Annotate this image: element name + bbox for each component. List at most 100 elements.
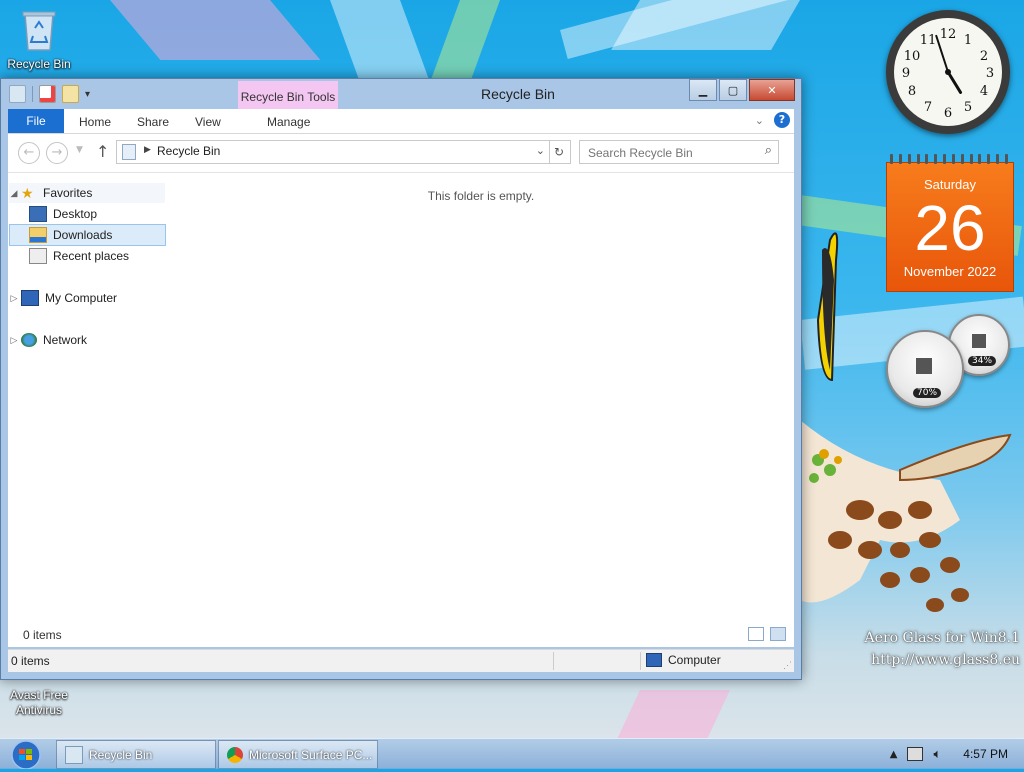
cpu-chip-icon <box>916 358 932 374</box>
volume-icon[interactable]: 🔈︎ <box>933 747 941 762</box>
taskbar-button-recycle-bin[interactable]: Recycle Bin <box>56 740 216 769</box>
nav-item-my-computer[interactable]: ▷ My Computer <box>9 288 165 308</box>
context-tab-header: Recycle Bin Tools <box>238 81 338 109</box>
cpu-meter-gadget[interactable]: 70% <box>886 330 964 408</box>
computer-icon <box>21 290 39 306</box>
nav-label: Recent places <box>53 249 130 263</box>
empty-folder-message: This folder is empty. <box>427 189 535 203</box>
content-area: ◢ ★ Favorites Desktop Downloads Recent p… <box>8 173 794 647</box>
address-bar[interactable]: ▶ Recycle Bin ⌄ <box>116 140 550 164</box>
show-hidden-icons-icon[interactable]: ▲ <box>890 749 898 760</box>
close-button[interactable]: ✕ <box>749 79 795 101</box>
desktop-icon-label: Recycle Bin <box>7 57 71 71</box>
svg-text:4: 4 <box>980 84 988 99</box>
refresh-icon: ↻ <box>553 145 565 159</box>
desktop-icon <box>29 206 47 222</box>
nav-label: Favorites <box>43 186 93 200</box>
calendar-rings <box>890 154 1008 164</box>
ribbon: File Home Share View Manage ⌄ ? <box>8 109 794 134</box>
taskbar-clock[interactable]: 4:57 PM <box>963 747 1008 761</box>
forward-button[interactable]: → <box>46 142 68 164</box>
tab-home[interactable]: Home <box>79 109 111 133</box>
help-icon[interactable]: ? <box>774 112 790 128</box>
taskbar: Recycle Bin Microsoft Surface PC... ▲ 🔈︎… <box>0 738 1024 770</box>
resize-grip-icon[interactable]: ⋰ <box>783 660 792 671</box>
search-input[interactable] <box>586 143 760 163</box>
network-icon <box>21 333 37 347</box>
watermark-line2: http://www.glass8.eu <box>871 652 1020 668</box>
navigation-pane: ◢ ★ Favorites Desktop Downloads Recent p… <box>8 181 168 641</box>
expand-icon[interactable]: ▷ <box>9 293 19 304</box>
recent-locations-icon[interactable]: ▼ <box>76 145 83 155</box>
computer-icon <box>646 653 662 667</box>
refresh-button[interactable]: ↻ <box>548 140 571 164</box>
details-view-icon[interactable] <box>748 627 764 641</box>
search-box[interactable]: ⌕ <box>579 140 779 164</box>
recycle-bin-icon <box>2 6 76 55</box>
search-icon[interactable]: ⌕ <box>765 143 772 158</box>
clock-dial: 12 12 345 678 91011 <box>902 27 994 121</box>
large-icons-view-icon[interactable] <box>770 627 786 641</box>
new-folder-icon[interactable] <box>62 85 79 103</box>
network-status-icon[interactable] <box>907 747 924 761</box>
memory-chip-icon <box>972 334 986 348</box>
minimize-button[interactable]: ▁ <box>689 79 717 101</box>
svg-text:12: 12 <box>940 27 957 42</box>
file-tab[interactable]: File <box>8 109 64 133</box>
chrome-icon <box>227 746 243 763</box>
downloads-icon <box>29 227 47 243</box>
quick-access-toolbar: ▾ <box>9 85 90 103</box>
windows-logo-icon <box>11 740 41 770</box>
watermark-line1: Aero Glass for Win8.1 <box>864 630 1020 646</box>
desktop-icon-recycle-bin[interactable]: Recycle Bin <box>2 6 76 71</box>
back-arrow-icon: ← <box>23 145 35 160</box>
cpu-percent: 70% <box>913 388 942 398</box>
breadcrumb[interactable]: Recycle Bin <box>157 144 220 158</box>
calendar-day: 26 <box>914 192 986 264</box>
recycle-bin-icon <box>9 85 26 103</box>
nav-item-desktop[interactable]: Desktop <box>9 204 165 224</box>
collapse-icon[interactable]: ◢ <box>9 188 19 199</box>
clock-face: 12 1 2 345 678 9 10 11 <box>894 18 1002 126</box>
start-button[interactable] <box>6 739 46 770</box>
calendar-month-year: November 2022 <box>903 264 997 279</box>
close-icon: ✕ <box>767 83 777 97</box>
svg-text:7: 7 <box>924 100 932 115</box>
tab-share[interactable]: Share <box>137 109 169 133</box>
svg-text:3: 3 <box>986 66 994 81</box>
recycle-bin-icon <box>65 745 83 764</box>
item-count: 0 items <box>23 628 62 642</box>
breadcrumb-chevron-icon[interactable]: ▶ <box>144 145 151 155</box>
system-tray: ▲ 🔈︎ 4:57 PM <box>890 739 1024 769</box>
memory-percent: 34% <box>968 356 997 366</box>
status-bar: 0 items Computer ⋰ <box>8 649 794 672</box>
nav-item-downloads[interactable]: Downloads <box>9 224 166 246</box>
expand-icon[interactable]: ▷ <box>9 335 19 346</box>
navigation-bar: ← → ▼ ↑ ▶ Recycle Bin ⌄ ↻ ⌕ <box>8 134 794 173</box>
clock-gadget[interactable]: 12 1 2 345 678 9 10 11 <box>886 10 1010 134</box>
nav-item-recent-places[interactable]: Recent places <box>9 246 165 266</box>
title-bar[interactable]: ▾ Recycle Bin Tools Recycle Bin ▁ ▢ ✕ <box>1 79 801 109</box>
forward-arrow-icon: → <box>51 145 63 160</box>
maximize-button[interactable]: ▢ <box>719 79 747 101</box>
window-title: Recycle Bin <box>481 86 555 102</box>
customize-qat-icon[interactable]: ▾ <box>85 89 90 100</box>
explorer-window[interactable]: ▾ Recycle Bin Tools Recycle Bin ▁ ▢ ✕ Fi… <box>0 78 802 680</box>
nav-item-favorites[interactable]: ◢ ★ Favorites <box>9 183 165 203</box>
address-dropdown-icon[interactable]: ⌄ <box>536 144 545 157</box>
svg-text:11: 11 <box>920 33 937 48</box>
calendar-gadget[interactable]: Saturday 26 November 2022 <box>886 154 1014 292</box>
desktop-icon-label: Avast Free Antivirus <box>10 688 68 717</box>
tab-view[interactable]: View <box>195 109 221 133</box>
svg-text:8: 8 <box>908 84 916 99</box>
properties-icon[interactable] <box>39 85 56 103</box>
taskbar-button-chrome[interactable]: Microsoft Surface PC... <box>218 740 378 769</box>
expand-ribbon-icon[interactable]: ⌄ <box>755 114 764 127</box>
tab-manage[interactable]: Manage <box>267 109 310 133</box>
nav-item-network[interactable]: ▷ Network <box>9 330 165 350</box>
up-arrow-icon[interactable]: ↑ <box>96 142 109 161</box>
desktop-icon-avast[interactable]: Avast Free Antivirus <box>2 666 76 718</box>
back-button[interactable]: ← <box>18 142 40 164</box>
minimize-icon: ▁ <box>698 83 708 97</box>
nav-label: Desktop <box>53 207 98 221</box>
